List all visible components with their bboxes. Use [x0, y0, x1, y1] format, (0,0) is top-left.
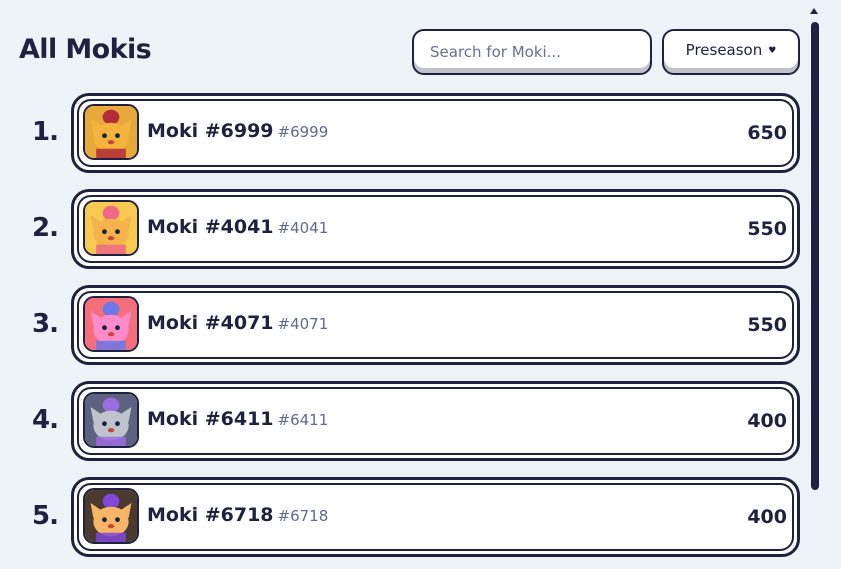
season-dropdown[interactable]: Preseason ♥ [662, 29, 800, 75]
moki-name-text: Moki #6411 [147, 408, 274, 430]
moki-avatar-icon [85, 298, 137, 350]
moki-card[interactable]: Moki #4041 #4041 550 [71, 189, 800, 269]
moki-score: 550 [747, 314, 787, 336]
moki-name: Moki #4041 #4041 [147, 216, 328, 238]
moki-name: Moki #6999 #6999 [147, 120, 328, 142]
moki-score: 400 [747, 410, 787, 432]
moki-name-text: Moki #4071 [147, 312, 274, 334]
moki-avatar [83, 392, 139, 448]
moki-name-text: Moki #6718 [147, 504, 274, 526]
season-dropdown-label: Preseason [685, 41, 763, 59]
moki-card[interactable]: Moki #6999 #6999 650 [71, 93, 800, 173]
moki-avatar [83, 296, 139, 352]
leaderboard-row[interactable]: 2. Moki #4041 #4041 550 [0, 189, 841, 269]
leaderboard-page: All Mokis Preseason ♥ 1. [0, 0, 841, 569]
moki-score: 400 [747, 506, 787, 528]
moki-id-tag: #6718 [277, 507, 329, 525]
chevron-down-icon: ♥ [768, 46, 777, 56]
moki-id-tag: #4071 [277, 315, 329, 333]
rank-number: 1. [32, 117, 59, 147]
moki-name-text: Moki #4041 [147, 216, 274, 238]
leaderboard-row[interactable]: 5. Moki #6718 #6718 400 [0, 477, 841, 557]
rank-number: 4. [32, 405, 59, 435]
rank-number: 5. [32, 501, 59, 531]
moki-name: Moki #6411 #6411 [147, 408, 328, 430]
moki-avatar-icon [85, 490, 137, 542]
page-title: All Mokis [19, 34, 152, 65]
moki-card[interactable]: Moki #6411 #6411 400 [71, 381, 800, 461]
moki-avatar-icon [85, 202, 137, 254]
moki-score: 650 [747, 122, 787, 144]
moki-id-tag: #4041 [277, 219, 329, 237]
rank-number: 3. [32, 309, 59, 339]
search-input[interactable] [412, 29, 652, 75]
moki-name-text: Moki #6999 [147, 120, 274, 142]
scroll-up-arrow[interactable] [810, 8, 818, 14]
moki-avatar [83, 488, 139, 544]
leaderboard-row[interactable]: 3. Moki #4071 #4071 550 [0, 285, 841, 365]
moki-id-tag: #6999 [277, 123, 329, 141]
leaderboard-row[interactable]: 1. Moki #6999 #6999 650 [0, 93, 841, 173]
moki-avatar-icon [85, 106, 137, 158]
moki-avatar [83, 200, 139, 256]
moki-name: Moki #4071 #4071 [147, 312, 328, 334]
moki-id-tag: #6411 [277, 411, 329, 429]
moki-avatar-icon [85, 394, 137, 446]
moki-avatar [83, 104, 139, 160]
moki-card[interactable]: Moki #6718 #6718 400 [71, 477, 800, 557]
moki-name: Moki #6718 #6718 [147, 504, 328, 526]
moki-score: 550 [747, 218, 787, 240]
leaderboard-row[interactable]: 4. Moki #6411 #6411 400 [0, 381, 841, 461]
moki-card[interactable]: Moki #4071 #4071 550 [71, 285, 800, 365]
rank-number: 2. [32, 213, 59, 243]
